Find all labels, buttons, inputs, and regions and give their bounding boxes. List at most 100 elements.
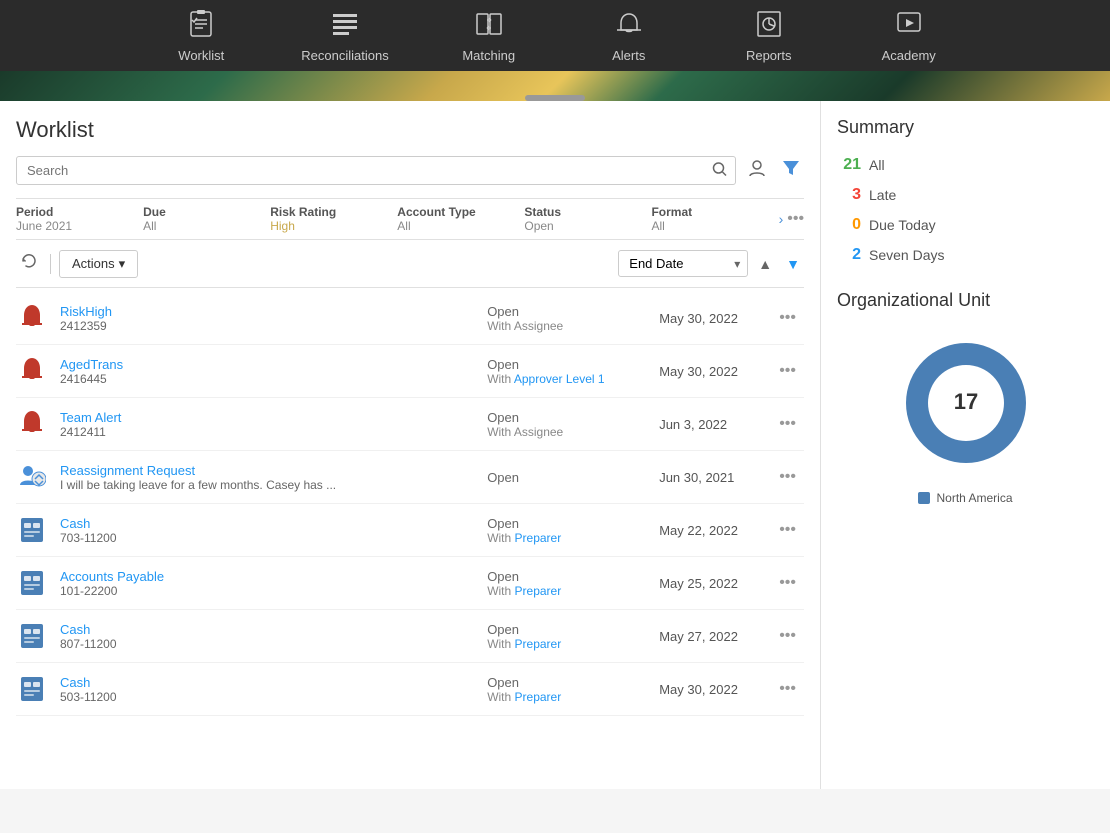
decorative-banner	[0, 71, 1110, 101]
nav-worklist[interactable]: Worklist	[161, 10, 241, 63]
item-name[interactable]: RiskHigh	[60, 304, 475, 319]
summary-item-sevendays[interactable]: 2 Seven Days	[837, 240, 1094, 270]
item-name[interactable]: Reassignment Request	[60, 463, 475, 478]
toolbar: Actions ▾ End Date Start Date Name Statu…	[16, 240, 804, 288]
alert-item-icon	[16, 302, 48, 334]
filter-row: Period June 2021 Due All Risk Rating Hig…	[16, 198, 804, 240]
top-navigation: Worklist Reconciliations Matching	[0, 0, 1110, 71]
nav-academy-label: Academy	[882, 48, 936, 63]
recon-item-icon	[16, 673, 48, 705]
refresh-button[interactable]	[16, 248, 42, 279]
nav-alerts[interactable]: Alerts	[589, 10, 669, 63]
filter-account[interactable]: Account Type All	[397, 205, 524, 233]
item-context-menu[interactable]: •••	[771, 676, 804, 702]
item-date: May 30, 2022	[659, 364, 759, 379]
search-input[interactable]	[16, 156, 736, 185]
list-item: RiskHigh 2412359 Open With Assignee May …	[16, 292, 804, 345]
toolbar-divider	[50, 254, 51, 274]
item-info: Team Alert 2412411	[60, 410, 475, 439]
period-label: Period	[16, 205, 143, 219]
alerts-icon	[615, 10, 643, 42]
banner-handle[interactable]	[525, 95, 585, 101]
sort-controls: End Date Start Date Name Status ▾ ▲ ▼	[618, 250, 804, 277]
donut-svg: 17	[886, 323, 1046, 483]
academy-icon	[895, 10, 923, 42]
item-context-menu[interactable]: •••	[771, 305, 804, 331]
item-info: Cash 503-11200	[60, 675, 475, 704]
filter-icon[interactable]	[778, 155, 804, 186]
item-context-menu[interactable]: •••	[771, 623, 804, 649]
left-panel: Worklist	[0, 101, 820, 789]
summary-count-all: 21	[837, 156, 861, 174]
summary-count-sevendays: 2	[837, 246, 861, 264]
item-status: Open With Preparer	[487, 675, 647, 704]
filter-period[interactable]: Period June 2021	[16, 205, 143, 233]
item-id: 503-11200	[60, 690, 475, 704]
risk-value: High	[270, 219, 397, 233]
item-name[interactable]: Cash	[60, 622, 475, 637]
item-context-menu[interactable]: •••	[771, 570, 804, 596]
status-label: Status	[524, 205, 651, 219]
sort-descending-button[interactable]: ▼	[782, 252, 804, 276]
nav-reconciliations[interactable]: Reconciliations	[301, 10, 388, 63]
nav-reconciliations-label: Reconciliations	[301, 48, 388, 63]
filter-risk[interactable]: Risk Rating High	[270, 205, 397, 233]
item-info: Accounts Payable 101-22200	[60, 569, 475, 598]
item-context-menu[interactable]: •••	[771, 517, 804, 543]
summary-item-late[interactable]: 3 Late	[837, 180, 1094, 210]
nav-reports[interactable]: Reports	[729, 10, 809, 63]
nav-alerts-label: Alerts	[612, 48, 645, 63]
nav-matching[interactable]: Matching	[449, 10, 529, 63]
recon-item-icon	[16, 514, 48, 546]
item-status: Open With Assignee	[487, 304, 647, 333]
nav-academy[interactable]: Academy	[869, 10, 949, 63]
sort-ascending-button[interactable]: ▲	[754, 252, 776, 276]
item-name[interactable]: Cash	[60, 675, 475, 690]
worklist-items: RiskHigh 2412359 Open With Assignee May …	[16, 292, 804, 789]
nav-matching-label: Matching	[462, 48, 515, 63]
item-name[interactable]: AgedTrans	[60, 357, 475, 372]
account-value: All	[397, 219, 524, 233]
item-context-menu[interactable]: •••	[771, 358, 804, 384]
filter-status[interactable]: Status Open	[524, 205, 651, 233]
filter-due[interactable]: Due All	[143, 205, 270, 233]
actions-button[interactable]: Actions ▾	[59, 250, 138, 278]
right-panel: Summary 21 All 3 Late 0 Due Today 2 Seve…	[820, 101, 1110, 789]
item-id: I will be taking leave for a few months.…	[60, 478, 475, 492]
item-date: Jun 3, 2022	[659, 417, 759, 432]
search-icon[interactable]	[712, 161, 728, 180]
reconciliations-icon	[331, 10, 359, 42]
alert-item-icon	[16, 408, 48, 440]
filter-format[interactable]: Format All	[651, 205, 778, 233]
main-content: Worklist	[0, 101, 1110, 789]
item-context-menu[interactable]: •••	[771, 464, 804, 490]
item-id: 2416445	[60, 372, 475, 386]
item-id: 807-11200	[60, 637, 475, 651]
summary-item-all[interactable]: 21 All	[837, 150, 1094, 180]
filter-next-icon[interactable]: ›	[779, 211, 784, 227]
summary-count-duetoday: 0	[837, 216, 861, 234]
sort-select[interactable]: End Date Start Date Name Status	[618, 250, 748, 277]
org-unit-title: Organizational Unit	[837, 290, 1094, 311]
item-name[interactable]: Accounts Payable	[60, 569, 475, 584]
item-date: May 30, 2022	[659, 682, 759, 697]
item-info: Cash 807-11200	[60, 622, 475, 651]
item-name[interactable]: Team Alert	[60, 410, 475, 425]
item-date: May 25, 2022	[659, 576, 759, 591]
summary-items: 21 All 3 Late 0 Due Today 2 Seven Days	[837, 150, 1094, 270]
legend-dot-northamerica	[918, 492, 930, 504]
period-value: June 2021	[16, 219, 143, 233]
filter-more-icon[interactable]: •••	[787, 210, 804, 228]
recon-item-icon	[16, 567, 48, 599]
user-filter-icon[interactable]	[744, 155, 770, 186]
legend-label-northamerica: North America	[936, 491, 1012, 505]
page-title: Worklist	[16, 117, 804, 143]
item-name[interactable]: Cash	[60, 516, 475, 531]
summary-item-duetoday[interactable]: 0 Due Today	[837, 210, 1094, 240]
due-value: All	[143, 219, 270, 233]
account-label: Account Type	[397, 205, 524, 219]
search-input-wrapper	[16, 156, 736, 185]
summary-label-all: All	[869, 157, 885, 173]
item-context-menu[interactable]: •••	[771, 411, 804, 437]
item-status: Open With Preparer	[487, 622, 647, 651]
